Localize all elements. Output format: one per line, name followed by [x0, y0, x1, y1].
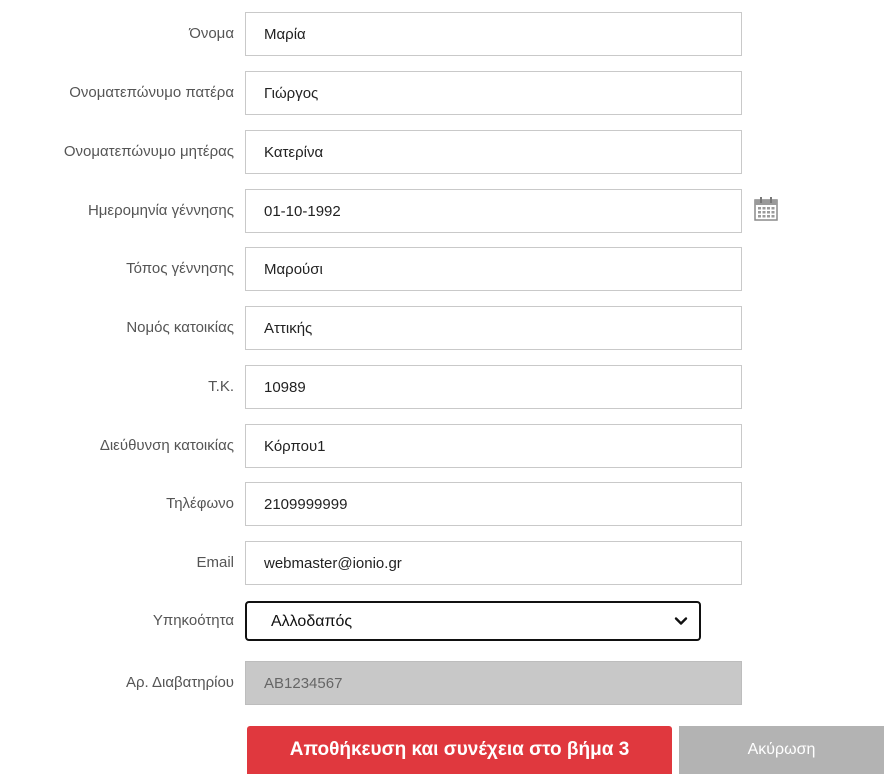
citizenship-select[interactable]: Αλλοδαπός — [245, 601, 701, 641]
save-and-continue-button[interactable]: Αποθήκευση και συνέχεια στο βήμα 3 — [247, 726, 672, 774]
prefecture-input[interactable] — [245, 306, 742, 350]
first-name-label: Όνομα — [189, 25, 234, 42]
prefecture-label: Νομός κατοικίας — [126, 319, 234, 336]
cancel-button[interactable]: Ακύρωση — [679, 726, 884, 774]
chevron-down-icon — [674, 617, 688, 625]
phone-input[interactable] — [245, 482, 742, 526]
form-row-mother-name: Ονοματεπώνυμο μητέρας — [0, 130, 884, 174]
address-label: Διεύθυνση κατοικίας — [99, 437, 234, 454]
form-row-father-name: Ονοματεπώνυμο πατέρα — [0, 71, 884, 115]
father-name-input[interactable] — [245, 71, 742, 115]
form-row-prefecture: Νομός κατοικίας — [0, 306, 884, 350]
address-input[interactable] — [245, 424, 742, 468]
email-label: Email — [196, 554, 234, 571]
citizenship-selected-value: Αλλοδαπός — [271, 613, 353, 630]
citizenship-label: Υπηκοότητα — [152, 612, 234, 629]
form-row-passport: Αρ. Διαβατηρίου — [0, 661, 884, 705]
father-name-label: Ονοματεπώνυμο πατέρα — [69, 84, 234, 101]
passport-input — [245, 661, 742, 705]
postal-code-label: Τ.Κ. — [208, 378, 234, 395]
birth-date-input[interactable] — [245, 189, 742, 233]
passport-label: Αρ. Διαβατηρίου — [125, 674, 234, 691]
postal-code-input[interactable] — [245, 365, 742, 409]
form-row-address: Διεύθυνση κατοικίας — [0, 424, 884, 468]
registration-form: Όνομα Ονοματεπώνυμο πατέρα Ονοματεπώνυμο… — [0, 0, 884, 774]
phone-label: Τηλέφωνο — [166, 495, 234, 512]
birth-date-label: Ημερομηνία γέννησης — [87, 202, 234, 219]
first-name-input[interactable] — [245, 12, 742, 56]
birth-place-input[interactable] — [245, 247, 742, 291]
form-row-first-name: Όνομα — [0, 12, 884, 56]
mother-name-input[interactable] — [245, 130, 742, 174]
form-row-birth-date: Ημερομηνία γέννησης — [0, 189, 884, 233]
birth-place-label: Τόπος γέννησης — [126, 260, 234, 277]
form-row-citizenship: Υπηκοότητα Αλλοδαπός — [0, 601, 884, 643]
form-row-birth-place: Τόπος γέννησης — [0, 247, 884, 291]
form-row-email: Email — [0, 541, 884, 585]
email-input[interactable] — [245, 541, 742, 585]
calendar-icon[interactable] — [752, 195, 780, 223]
form-row-phone: Τηλέφωνο — [0, 482, 884, 526]
mother-name-label: Ονοματεπώνυμο μητέρας — [63, 143, 234, 160]
form-row-postal-code: Τ.Κ. — [0, 365, 884, 409]
